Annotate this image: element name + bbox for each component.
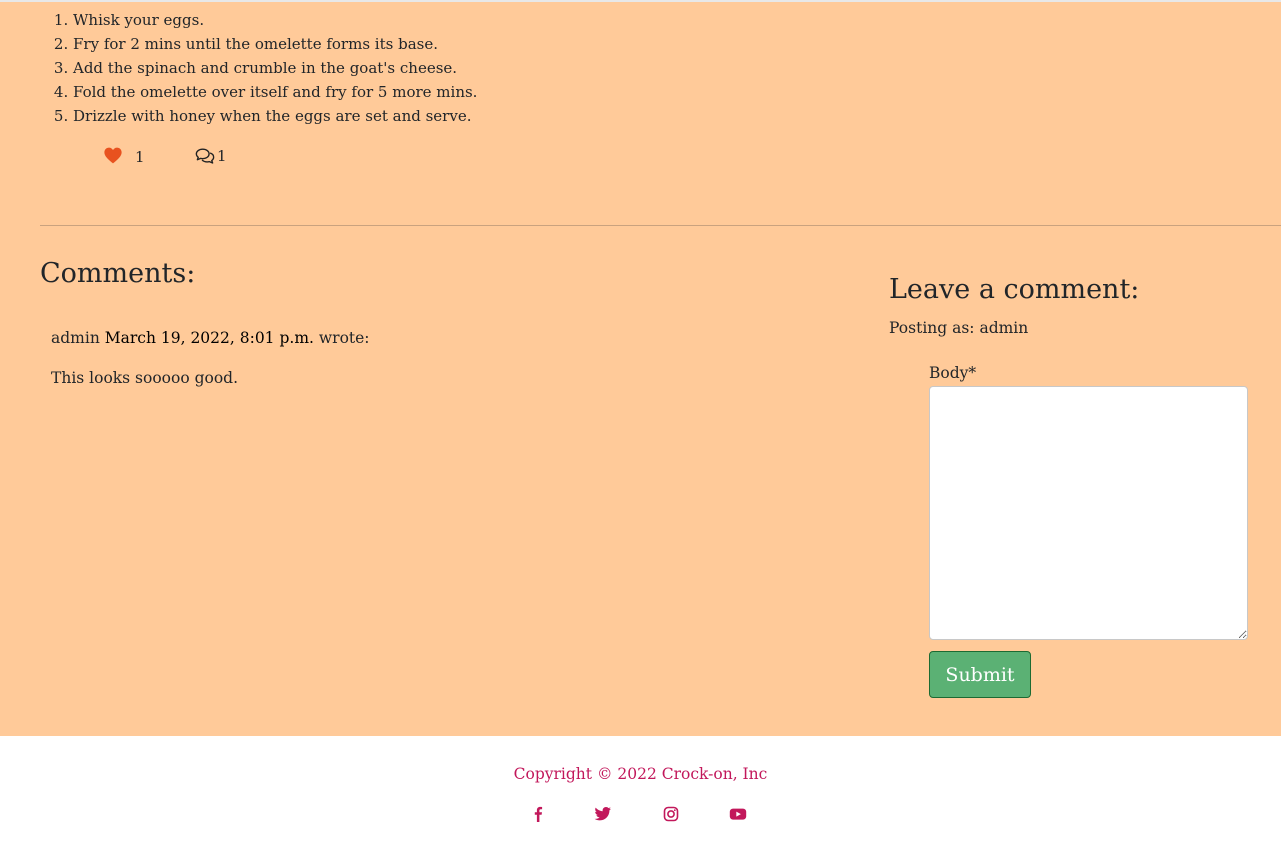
submit-button[interactable]: Submit <box>929 651 1031 698</box>
twitter-icon[interactable] <box>593 804 613 824</box>
copyright-text: Copyright © 2022 Crock-on, Inc <box>513 765 768 783</box>
comment-body-textarea[interactable] <box>929 386 1248 640</box>
recipe-step: Add the spinach and crumble in the goat'… <box>73 56 477 80</box>
comment-wrote-label: wrote: <box>318 329 370 347</box>
leave-comment-heading: Leave a comment: <box>889 274 1140 305</box>
recipe-steps-list: Whisk your eggs. Fry for 2 mins until th… <box>50 8 477 128</box>
posting-as-text: Posting as: admin <box>889 319 1029 337</box>
body-field-label: Body* <box>929 364 977 382</box>
post-detail-section: Whisk your eggs. Fry for 2 mins until th… <box>0 0 1281 736</box>
section-divider <box>40 225 1281 226</box>
comment-meta: admin March 19, 2022, 8:01 p.m. wrote: <box>51 327 370 349</box>
youtube-icon[interactable] <box>728 804 748 824</box>
instagram-icon[interactable] <box>661 804 681 824</box>
facebook-icon[interactable] <box>528 804 548 824</box>
comments-icon <box>195 147 215 165</box>
recipe-step: Fold the omelette over itself and fry fo… <box>73 80 477 104</box>
recipe-step: Drizzle with honey when the eggs are set… <box>73 104 477 128</box>
comments-heading: Comments: <box>40 258 196 289</box>
comment-author: admin <box>51 329 100 347</box>
heart-icon[interactable] <box>104 147 122 165</box>
like-count: 1 <box>135 148 145 166</box>
recipe-step: Fry for 2 mins until the omelette forms … <box>73 32 477 56</box>
comment-date: March 19, 2022, 8:01 p.m. <box>104 329 314 347</box>
site-footer: Copyright © 2022 Crock-on, Inc <box>0 736 1281 846</box>
recipe-step: Whisk your eggs. <box>73 8 477 32</box>
comment-count: 1 <box>217 147 227 165</box>
comment-body: This looks sooooo good. <box>51 369 239 387</box>
